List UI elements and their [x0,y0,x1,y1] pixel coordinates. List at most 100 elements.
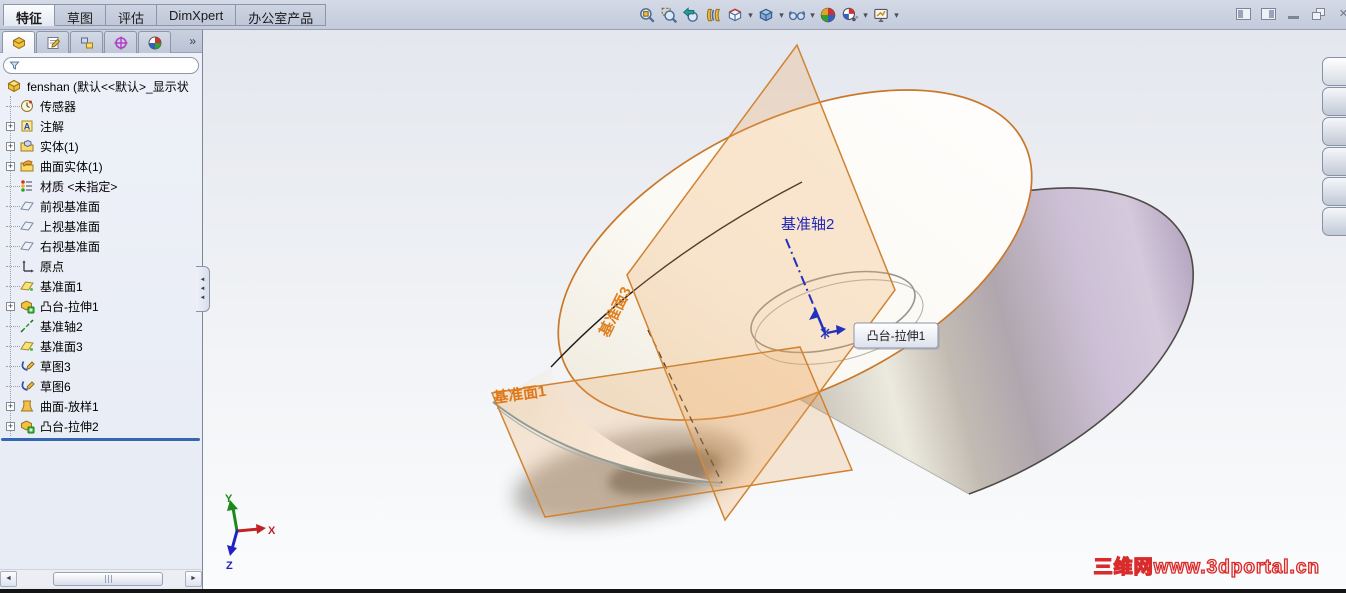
task-pane-tab-3[interactable] [1322,117,1346,146]
task-pane-tab-6[interactable] [1322,207,1346,236]
tree-item-label: 基准面1 [40,279,83,294]
tree-item-1[interactable]: fenshan (默认<<默认>_显示状 [0,76,202,96]
edit-appearance-icon [842,7,859,22]
toggle-left-pane-icon [1236,7,1251,20]
plane-icon [20,221,34,231]
toggle-left-pane-button[interactable] [1235,6,1252,21]
tree-item-label: 原点 [40,259,65,274]
tree-item-label: 凸台-拉伸1 [40,299,99,314]
propertymanager-icon [47,36,60,49]
scroll-right-button[interactable]: ► [185,570,202,587]
dimxpertmanager-tab[interactable] [104,31,137,53]
tree-item-13[interactable]: 基准轴2 [0,316,202,336]
task-pane-tab-2[interactable] [1322,87,1346,116]
display-style-button[interactable] [755,4,777,26]
view-settings-button[interactable] [870,4,892,26]
section-view-button[interactable] [702,4,724,26]
command-tab-4[interactable]: DimXpert [157,4,237,26]
view-settings-dropdown-arrow[interactable]: ▾ [892,10,901,21]
sensor-icon [21,100,33,112]
heads-up-view-toolbar: ▾ ▾ ▾ ▾ ▾ [636,3,901,27]
expander-icon[interactable]: + [6,401,15,411]
axis-label[interactable]: 基准轴2 [781,216,834,233]
material-icon [21,180,32,192]
manager-tabs-overflow-chevron[interactable]: » [189,31,200,52]
origin-icon [22,260,34,273]
command-tab-5[interactable]: 办公室产品 [236,4,327,26]
hide-show-items-dropdown-arrow[interactable]: ▾ [808,10,817,21]
part-icon [7,79,21,93]
tree-item-2[interactable]: 传感器 [0,96,202,116]
zoom-to-area-button[interactable] [658,4,680,26]
view-orientation-button[interactable] [724,4,746,26]
task-pane-tab-5[interactable] [1322,177,1346,206]
tree-item-3[interactable]: + A 注解 [0,116,202,136]
tree-item-17[interactable]: + 曲面-放样1 [0,396,202,416]
edit-appearance-button[interactable] [839,4,861,26]
y-axis-label: Y [225,493,233,505]
tree-item-5[interactable]: + 曲面实体(1) [0,156,202,176]
annotation-icon: A [21,120,33,132]
tree-item-label: 曲面实体(1) [40,159,103,174]
edit-appearance-dropdown-arrow[interactable]: ▾ [861,10,870,21]
tree-item-16[interactable]: 草图6 [0,376,202,396]
tree-item-6[interactable]: 材质 <未指定> [0,176,202,196]
scrollbar-thumb[interactable] [53,571,163,586]
command-tab-3[interactable]: 评估 [106,4,158,26]
graphics-area[interactable]: 基准面3 基准面1 基准轴2 凸台-拉伸1 Y X Z 三维网www.3dpor… [203,30,1346,593]
x-axis-label: X [268,525,276,537]
zoom-to-fit-icon [640,8,655,23]
scene-svg[interactable]: 基准面3 基准面1 基准轴2 凸台-拉伸1 Y X Z [203,30,1346,593]
tree-item-11[interactable]: 基准面1 [0,276,202,296]
tree-item-14[interactable]: 基准面3 [0,336,202,356]
restore-button[interactable] [1310,6,1327,21]
extrude-icon [21,420,35,434]
rollback-bar[interactable] [1,438,200,441]
close-button[interactable]: ✕ [1335,6,1346,21]
configurationmanager-tab[interactable] [70,31,103,53]
scroll-left-button[interactable]: ◄ [0,570,17,587]
tree-item-4[interactable]: + 实体(1) [0,136,202,156]
expander-icon[interactable]: + [6,421,15,431]
sketch-icon [21,381,35,391]
toggle-right-pane-button[interactable] [1260,6,1277,21]
task-pane-collapsed-tabs [1322,57,1346,236]
command-tab-1[interactable]: 特征 [3,4,56,26]
propertymanager-tab[interactable] [36,31,69,53]
previous-view-button[interactable] [680,4,702,26]
tree-item-label: 实体(1) [40,139,79,154]
tree-item-10[interactable]: 原点 [0,256,202,276]
tree-item-label: 注解 [40,119,65,134]
expander-icon[interactable]: + [6,301,15,311]
window-bottom-edge [0,589,1346,593]
tree-item-18[interactable]: + 凸台-拉伸2 [0,416,202,436]
apply-scene-button[interactable] [817,4,839,26]
displaymanager-tab[interactable] [138,31,171,53]
minimize-button[interactable] [1285,6,1302,21]
task-pane-tab-4[interactable] [1322,147,1346,176]
display-style-dropdown-arrow[interactable]: ▾ [777,10,786,21]
minimize-icon [1288,16,1299,19]
expander-icon[interactable]: + [6,141,15,151]
hide-show-items-button[interactable] [786,4,808,26]
view-orientation-dropdown-arrow[interactable]: ▾ [746,10,755,21]
solid-bodies-icon [20,139,34,152]
zoom-to-fit-button[interactable] [636,4,658,26]
hide-show-items-icon [788,11,806,21]
tree-item-8[interactable]: 上视基准面 [0,216,202,236]
tree-item-7[interactable]: 前视基准面 [0,196,202,216]
collapse-arrow-icon: ◄ [199,277,206,283]
tree-item-15[interactable]: 草图3 [0,356,202,376]
tree-item-9[interactable]: 右视基准面 [0,236,202,256]
tree-filter[interactable] [3,57,199,74]
featuremanager-tab[interactable] [2,31,35,53]
expander-icon[interactable]: + [6,161,15,171]
filter-input[interactable] [20,59,198,72]
task-pane-tab-1[interactable] [1322,57,1346,86]
manager-pane-tabs: » [0,30,202,53]
extrude-icon [21,300,35,314]
command-tab-2[interactable]: 草图 [55,4,107,26]
expander-icon[interactable]: + [6,121,15,131]
tree-item-12[interactable]: + 凸台-拉伸1 [0,296,202,316]
panel-splitter-handle[interactable]: ◄ ◄ ◄ [196,266,210,312]
